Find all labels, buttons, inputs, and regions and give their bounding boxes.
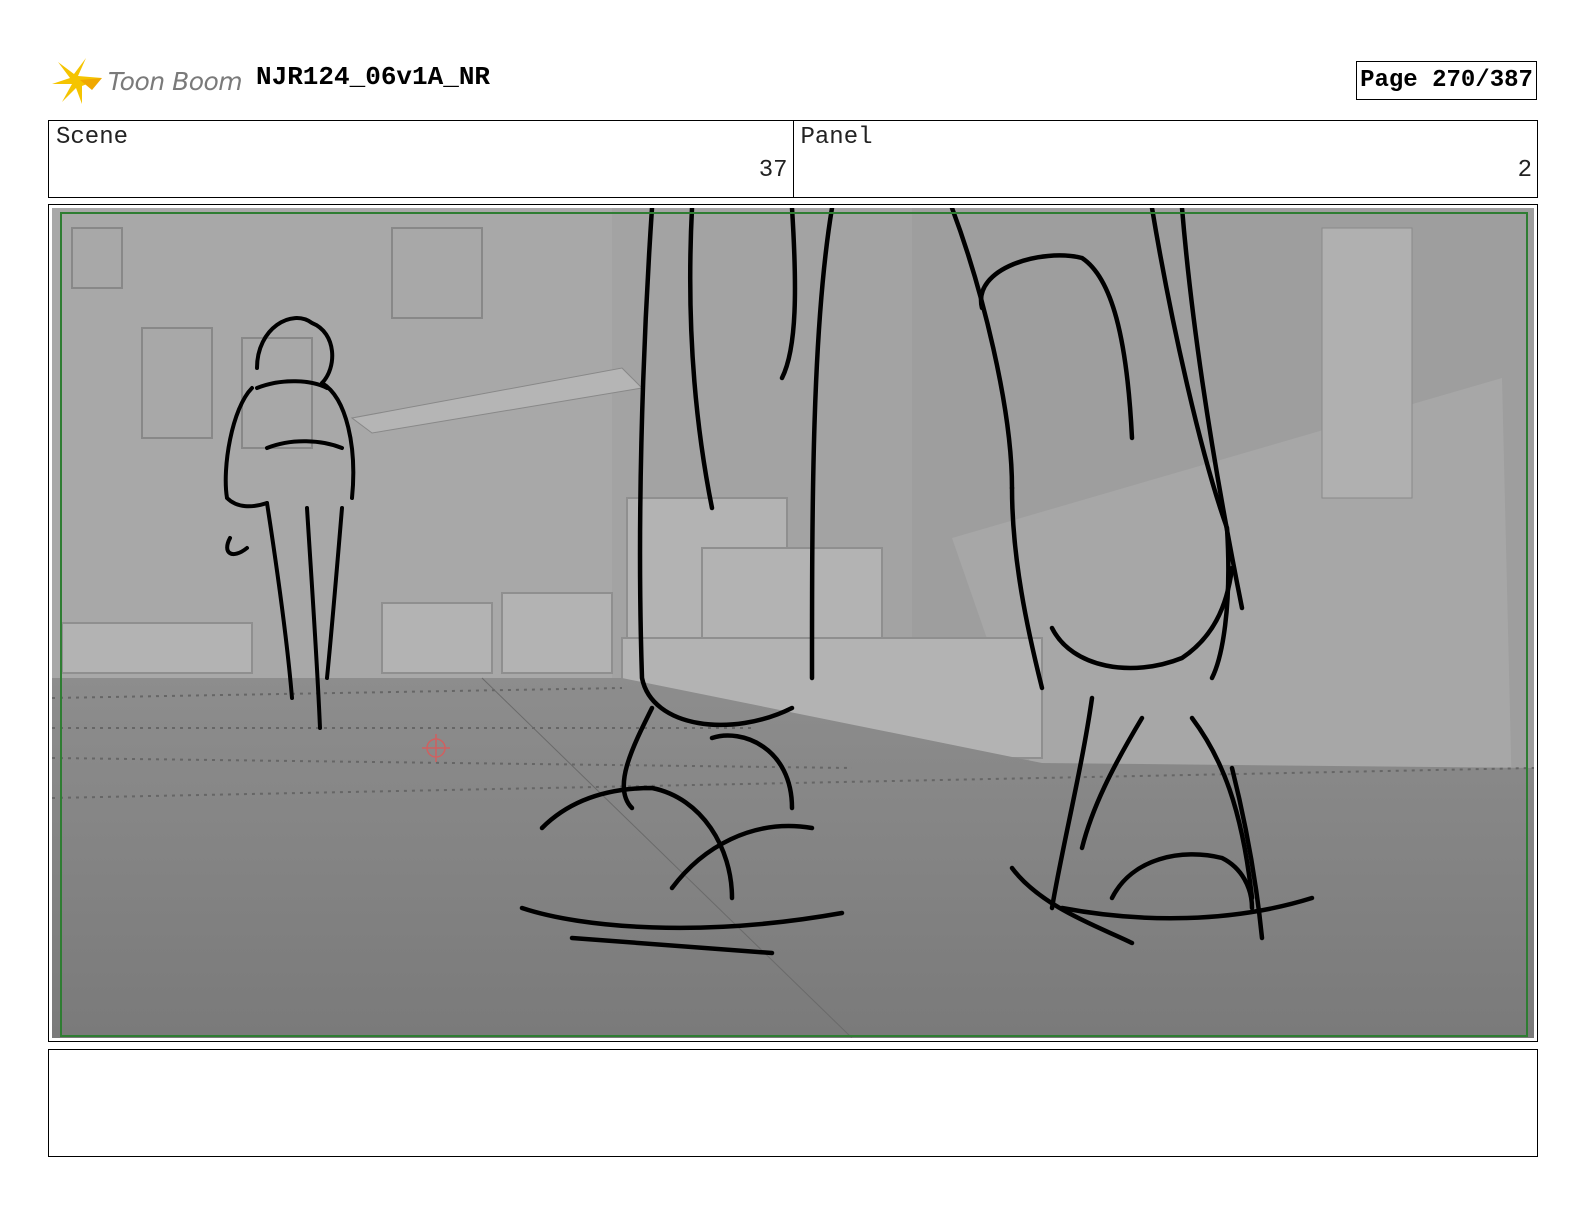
scene-panel-row: Scene 37 Panel 2	[48, 120, 1538, 198]
storyboard-drawing	[52, 208, 1534, 1038]
panel-cell: Panel 2	[792, 121, 1538, 197]
panel-value: 2	[1517, 157, 1532, 184]
panel-image	[52, 208, 1534, 1038]
scene-label: Scene	[56, 124, 129, 151]
scene-cell: Scene 37	[49, 121, 793, 197]
page-indicator: Page 270/387	[1356, 61, 1537, 100]
scene-value: 37	[758, 157, 788, 184]
logo-text: Toon Boom	[108, 66, 243, 96]
project-title: NJR124_06v1A_NR	[256, 62, 491, 92]
notes-box	[48, 1049, 1538, 1157]
toon-boom-star-icon	[52, 58, 102, 104]
panel-label: Panel	[800, 124, 873, 151]
logo: Toon Boom	[52, 56, 243, 106]
wall-box	[1321, 227, 1413, 499]
